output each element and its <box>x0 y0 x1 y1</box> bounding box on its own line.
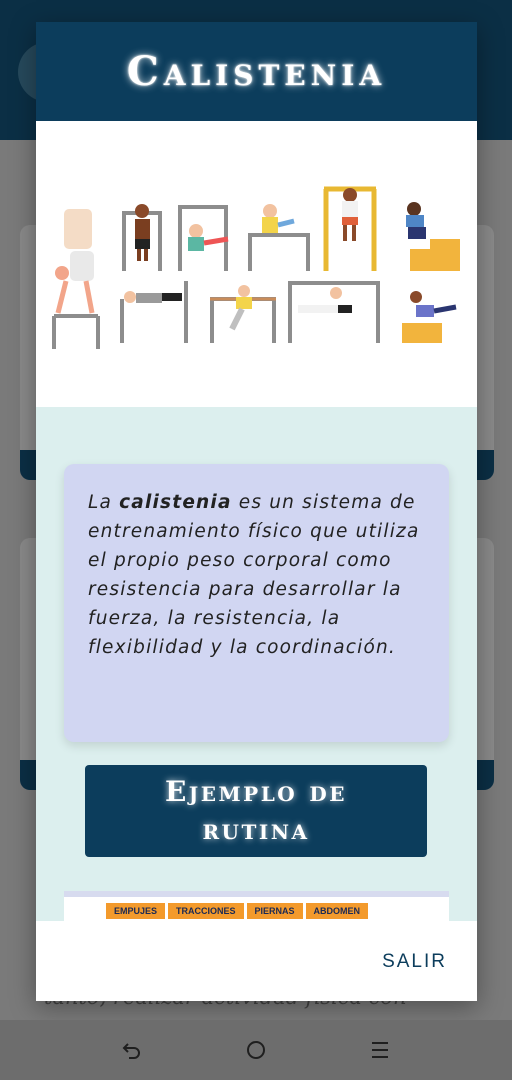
dialog-header: Calistenia <box>36 22 477 121</box>
routine-table-preview: EMPUJES TRACCIONES PIERNAS ABDOMEN <box>64 891 449 921</box>
dialog-title: Calistenia <box>126 48 387 95</box>
exit-button[interactable]: SALIR <box>382 951 447 973</box>
back-icon[interactable] <box>112 1030 152 1070</box>
dialog-scroll-content[interactable]: La calistenia es un sistema de entrenami… <box>36 121 477 921</box>
routine-example-label: Ejemplo de rutina <box>164 775 348 846</box>
routine-tab-piernas: PIERNAS <box>246 903 303 919</box>
description-text: La calistenia es un sistema de entrenami… <box>88 492 420 658</box>
routine-tab-abdomen: ABDOMEN <box>305 903 369 919</box>
routine-example-button[interactable]: Ejemplo de rutina <box>85 765 427 857</box>
dialog-footer: SALIR <box>36 921 477 1001</box>
routine-tab-tracciones: TRACCIONES <box>168 903 244 919</box>
description-highlight: calistenia <box>119 492 232 513</box>
home-icon[interactable] <box>236 1030 276 1070</box>
system-navigation-bar <box>0 1020 512 1080</box>
recents-icon[interactable] <box>360 1030 400 1070</box>
dialog-content-area: La calistenia es un sistema de entrenami… <box>36 407 477 921</box>
info-dialog: Calistenia La calistenia es un sistema d… <box>36 22 477 1001</box>
description-card: La calistenia es un sistema de entrenami… <box>64 464 449 742</box>
routine-tab-empujes: EMPUJES <box>106 903 166 919</box>
calisthenics-illustration <box>36 121 477 407</box>
